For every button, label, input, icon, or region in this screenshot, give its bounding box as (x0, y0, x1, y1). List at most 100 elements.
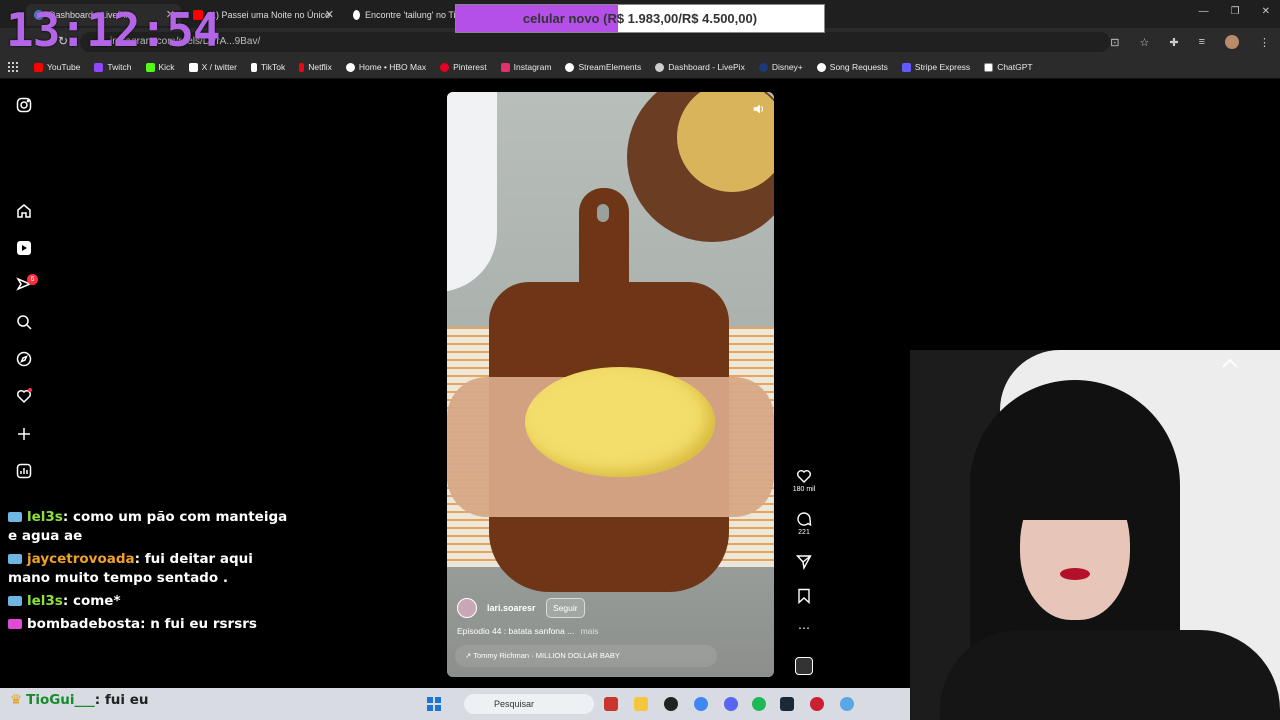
chat-message: lel3s: como um pão com manteiga e agua a… (8, 509, 288, 544)
chat-message: jaycetrovoada: fui deitar aqui mano muit… (8, 551, 253, 586)
chat-text: come* (72, 593, 121, 609)
tiktok-favicon-icon (353, 10, 360, 20)
chat-username: bombadebosta (27, 616, 141, 632)
bookmark-twitch[interactable]: Twitch (94, 62, 132, 72)
instagram-bookmark-icon (500, 62, 510, 72)
caption-more-link[interactable]: mais (581, 626, 599, 636)
create-icon[interactable] (16, 426, 32, 442)
minimize-icon[interactable]: — (1199, 6, 1209, 17)
disney-icon (758, 62, 768, 72)
bookmarks-bar: YouTube Twitch Kick X / twitter TikTok N… (0, 56, 1280, 79)
like-heart-icon (797, 470, 811, 483)
explore-icon[interactable] (16, 351, 32, 367)
reel-video[interactable]: lari.soaresr Seguir Episodio 44 : batata… (447, 92, 774, 677)
subscriber-badge-icon (8, 512, 22, 522)
app-icon[interactable] (604, 697, 618, 711)
bookmark-youtube[interactable]: YouTube (34, 62, 80, 72)
install-icon[interactable]: ⊡ (1110, 36, 1119, 49)
more-options-icon[interactable]: ⋯ (790, 622, 818, 634)
comment-icon (797, 512, 812, 527)
extensions-icon[interactable]: ✚ (1169, 36, 1178, 49)
bookmark-livepix[interactable]: Dashboard - LivePix (655, 62, 745, 72)
chat-username: TioGui___ (26, 692, 95, 708)
discord-icon[interactable] (724, 697, 738, 711)
chevron-up-icon[interactable] (1220, 356, 1240, 370)
dashboard-icon[interactable] (16, 463, 32, 479)
instagram-icon[interactable] (16, 97, 32, 113)
song-requests-icon (816, 62, 826, 72)
profile-avatar[interactable] (1225, 35, 1239, 49)
twitch-icon (94, 62, 104, 72)
crown-icon: ♛ (10, 692, 23, 708)
url-input[interactable]: instagram.com/reels/DVrA...9Bav/ (80, 32, 1110, 52)
windows-start-icon[interactable] (427, 697, 441, 711)
media-player-icon[interactable] (810, 697, 824, 711)
creator-avatar[interactable] (457, 598, 477, 618)
obs-icon[interactable] (664, 697, 678, 711)
bookmark-instagram[interactable]: Instagram (500, 62, 551, 72)
notification-badge: 6 (27, 274, 38, 285)
youtube-icon (34, 62, 43, 72)
browser-toolbar-right: ⊡ ☆ ✚ ≡ ⋮ (1110, 35, 1270, 49)
close-icon[interactable]: ✕ (325, 8, 334, 21)
tab-label: (1) Passei uma Noite no Único (208, 10, 331, 20)
share-icon (796, 555, 812, 570)
comment-action[interactable]: 221 (790, 511, 818, 536)
menu-icon[interactable]: ⋮ (1259, 36, 1270, 49)
bookmark-chatgpt[interactable]: ChatGPT (984, 62, 1033, 72)
subscriber-badge-icon (8, 596, 22, 606)
follow-button[interactable]: Seguir (546, 598, 585, 618)
audio-thumbnail[interactable] (795, 657, 813, 675)
tab-tiktok[interactable]: Encontre 'tailung' no TikTok (345, 4, 457, 26)
bookmark-kick[interactable]: Kick (145, 62, 175, 72)
bookmark-hbo[interactable]: Home • HBO Max (345, 62, 426, 72)
donation-goal-bar: celular novo (R$ 1.983,00/R$ 4.500,00) (455, 4, 825, 33)
comment-count: 221 (798, 529, 810, 536)
streamelements-icon (565, 62, 575, 72)
potato-image (525, 367, 715, 477)
chat-text: fui eu (104, 692, 149, 708)
caption-text: Episodio 44 : batata sanfona ... (457, 626, 575, 636)
bookmark-netflix[interactable]: Netflix (299, 62, 332, 72)
tiktok-icon (251, 62, 257, 72)
reels-icon[interactable] (16, 240, 32, 256)
bookmark-tiktok[interactable]: TikTok (251, 62, 285, 72)
bookmark-streamelements[interactable]: StreamElements (565, 62, 641, 72)
bookmark-song-requests[interactable]: Song Requests (816, 62, 888, 72)
bookmark-x[interactable]: X / twitter (188, 62, 237, 72)
home-icon[interactable] (16, 203, 32, 219)
bookmark-disney[interactable]: Disney+ (758, 62, 803, 72)
sound-icon[interactable] (752, 102, 766, 116)
close-window-icon[interactable]: ✕ (1262, 6, 1270, 17)
bookmark-star-icon[interactable]: ☆ (1139, 36, 1149, 49)
file-explorer-icon[interactable] (634, 697, 648, 711)
maximize-icon[interactable]: ❐ (1231, 6, 1240, 17)
spotify-icon[interactable] (752, 697, 766, 711)
steam-icon[interactable] (780, 697, 794, 711)
audio-track[interactable]: ↗ Tommy Richman · MILLION DOLLAR BABY (455, 645, 717, 667)
bookmark-icon (798, 588, 810, 604)
chrome-icon[interactable] (694, 697, 708, 711)
body-image (940, 630, 1280, 720)
livepix-icon (655, 62, 665, 72)
stream-clock: 13:12:54 (6, 3, 221, 57)
search-icon[interactable] (16, 314, 32, 330)
stream-chat: lel3s: como um pão com manteiga e agua a… (8, 508, 298, 638)
stripe-icon (901, 62, 911, 72)
media-icon[interactable]: ≡ (1199, 36, 1205, 48)
subscriber-badge-icon (8, 554, 22, 564)
instagram-sidebar: 6 (0, 80, 48, 500)
taskbar-search[interactable]: Pesquisar (464, 694, 594, 714)
like-action[interactable]: 180 mil (790, 468, 818, 493)
board-hole-image (597, 204, 609, 222)
creator-username[interactable]: lari.soaresr (487, 603, 536, 613)
settings-icon[interactable] (840, 697, 854, 711)
bookmark-pinterest[interactable]: Pinterest (440, 62, 487, 72)
save-action[interactable] (790, 588, 818, 604)
apps-grid-icon[interactable] (8, 62, 18, 72)
heart-icon[interactable] (16, 388, 32, 404)
chat-username: lel3s (27, 509, 63, 525)
chat-username: lel3s (27, 593, 63, 609)
share-action[interactable] (790, 554, 818, 570)
bookmark-stripe[interactable]: Stripe Express (901, 62, 970, 72)
